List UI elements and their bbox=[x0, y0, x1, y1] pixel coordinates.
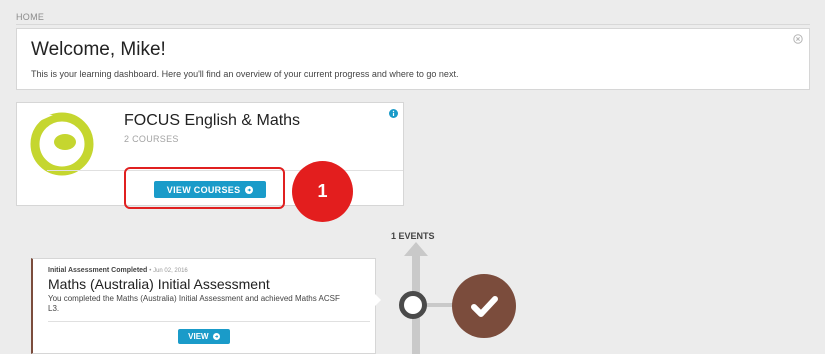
welcome-panel: Welcome, Mike! This is your learning das… bbox=[16, 28, 810, 90]
event-card-pointer bbox=[374, 293, 381, 307]
breadcrumb-divider bbox=[16, 24, 810, 25]
welcome-subtitle: This is your learning dashboard. Here yo… bbox=[31, 69, 459, 79]
welcome-title: Welcome, Mike! bbox=[31, 39, 166, 60]
info-icon[interactable] bbox=[389, 109, 398, 118]
view-event-label: VIEW bbox=[188, 332, 209, 341]
timeline-connector bbox=[426, 303, 454, 307]
events-count-label: 1 EVENTS bbox=[391, 231, 435, 241]
status-check-circle bbox=[452, 274, 516, 338]
arrow-right-circle-icon bbox=[212, 333, 220, 340]
event-type: Initial Assessment Completed bbox=[48, 267, 148, 274]
program-course-count: 2 COURSES bbox=[124, 134, 179, 144]
check-icon bbox=[471, 296, 498, 317]
close-icon[interactable] bbox=[793, 34, 803, 44]
event-title: Maths (Australia) Initial Assessment bbox=[48, 276, 270, 292]
view-event-button[interactable]: VIEW bbox=[178, 329, 230, 344]
event-date: Jun 02, 2016 bbox=[153, 268, 188, 274]
event-description: You completed the Maths (Australia) Init… bbox=[48, 294, 340, 313]
highlight-box bbox=[124, 167, 285, 209]
event-divider bbox=[48, 321, 370, 322]
timeline-arrow-icon bbox=[404, 242, 428, 256]
program-title: FOCUS English & Maths bbox=[124, 112, 301, 129]
step-number-badge: 1 bbox=[292, 161, 353, 222]
breadcrumb-home[interactable]: HOME bbox=[16, 12, 44, 22]
program-logo-icon bbox=[30, 112, 94, 176]
event-meta: Initial Assessment Completed • Jun 02, 2… bbox=[48, 267, 188, 274]
timeline-node bbox=[399, 291, 427, 319]
